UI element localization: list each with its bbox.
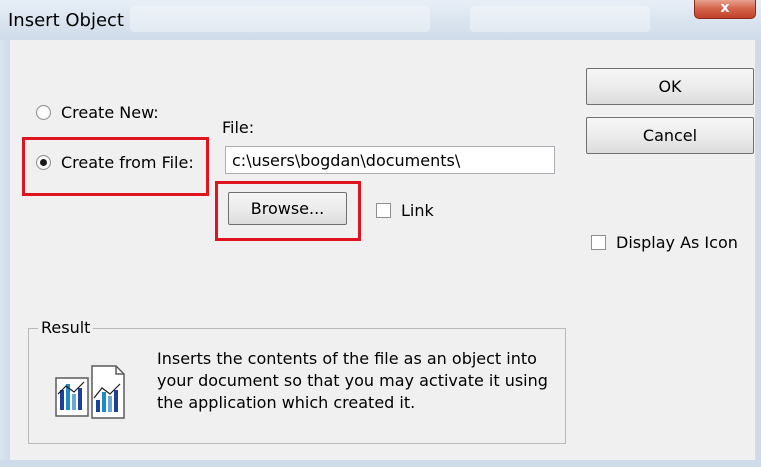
file-label: File: xyxy=(222,118,255,137)
title-bar: Insert Object xyxy=(0,0,761,40)
create-new-option[interactable]: Create New: xyxy=(36,103,159,122)
display-as-icon-label: Display As Icon xyxy=(616,233,738,252)
result-title: Result xyxy=(38,318,94,337)
cancel-button[interactable]: Cancel xyxy=(586,117,754,154)
link-checkbox[interactable] xyxy=(376,203,391,218)
close-icon[interactable]: x xyxy=(694,0,756,19)
result-line: Inserts the contents of the file as an o… xyxy=(157,349,537,368)
create-new-label: Create New: xyxy=(61,103,159,122)
create-new-radio[interactable] xyxy=(36,105,51,120)
ok-button[interactable]: OK xyxy=(586,68,754,105)
result-description: Inserts the contents of the file as an o… xyxy=(157,348,562,414)
file-path-input[interactable] xyxy=(225,146,555,174)
result-line: your document so that you may activate i… xyxy=(157,371,548,390)
window-frame-bottom xyxy=(0,460,761,467)
create-from-file-option[interactable]: Create from File: xyxy=(36,153,194,172)
result-line: the application which created it. xyxy=(157,393,416,412)
window-frame-right xyxy=(755,40,761,467)
document-chart-icon xyxy=(55,365,125,419)
title-bar-blur xyxy=(470,6,650,32)
display-as-icon-checkbox[interactable] xyxy=(591,235,606,250)
title-bar-blur xyxy=(130,6,430,32)
create-from-file-radio[interactable] xyxy=(36,155,51,170)
link-option[interactable]: Link xyxy=(376,201,434,220)
window-title: Insert Object xyxy=(8,10,124,31)
window-frame-left xyxy=(0,40,10,467)
create-from-file-label: Create from File: xyxy=(61,153,194,172)
browse-button[interactable]: Browse... xyxy=(228,192,347,225)
link-label: Link xyxy=(401,201,434,220)
display-as-icon-option[interactable]: Display As Icon xyxy=(591,233,738,252)
